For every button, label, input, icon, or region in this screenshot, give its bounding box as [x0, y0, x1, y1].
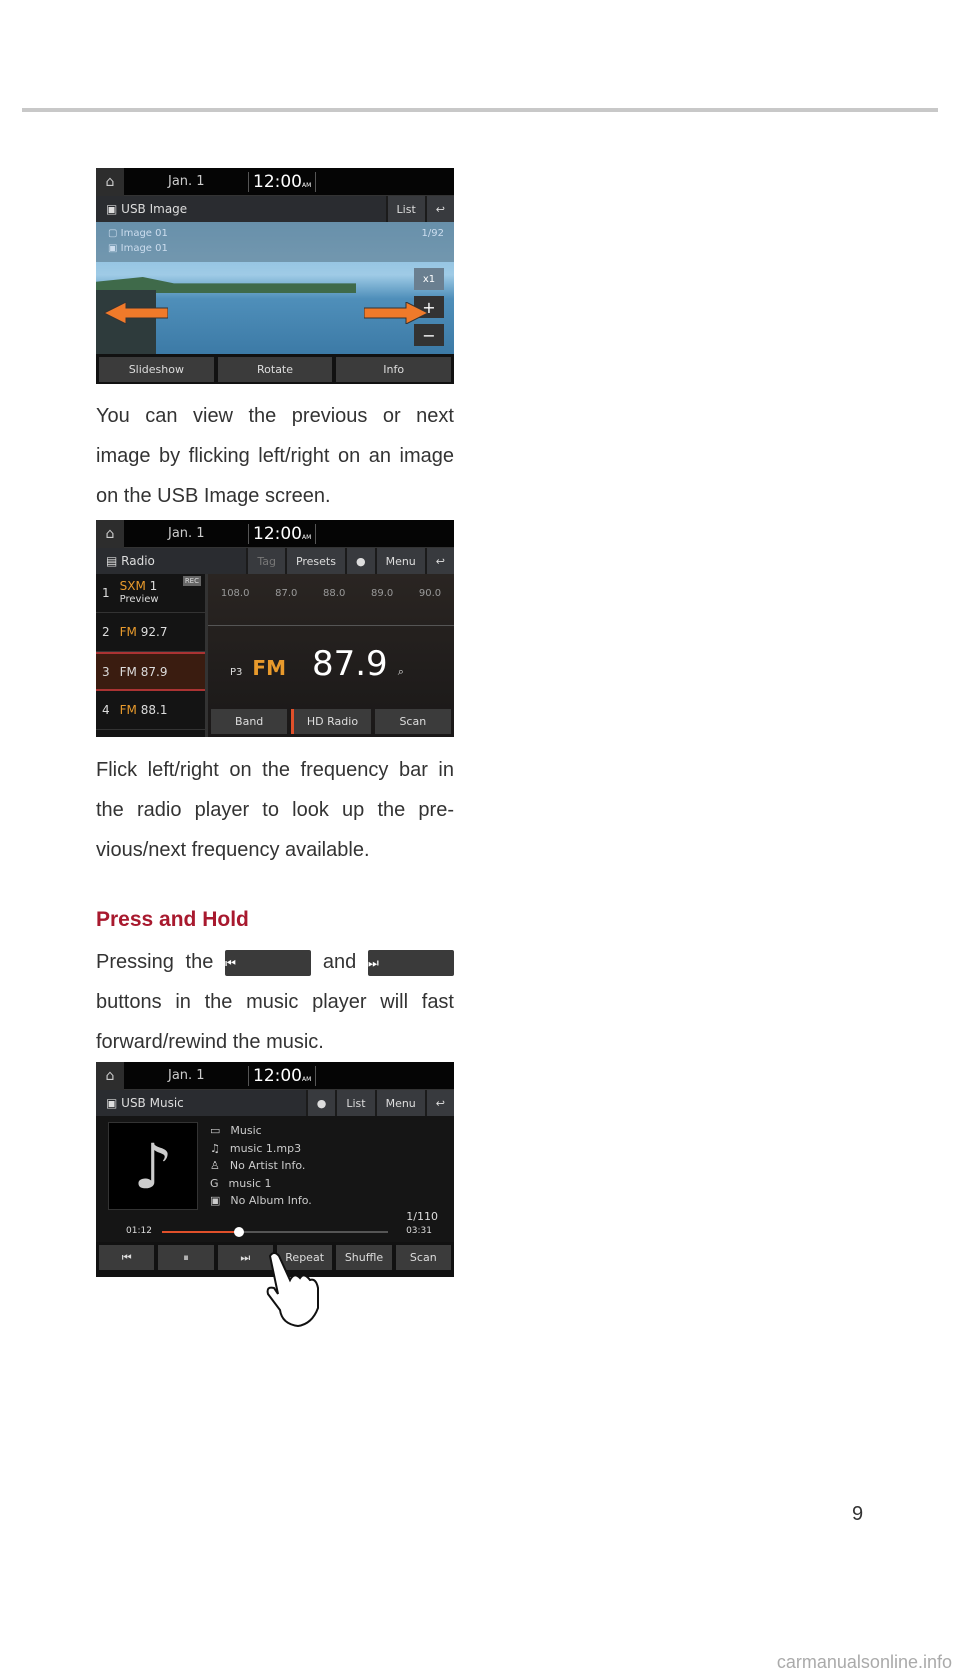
album-art-icon: ♪ — [108, 1122, 198, 1210]
frequency-bar[interactable]: 108.0 87.0 88.0 89.0 90.0 — [208, 574, 454, 626]
list-button[interactable]: List — [385, 196, 425, 222]
home-icon[interactable]: ⌂ — [96, 168, 124, 196]
arrow-right-icon — [364, 302, 428, 324]
section-heading: Press and Hold — [96, 908, 249, 931]
screen-title: ▤ Radio — [106, 554, 155, 568]
progress-bar[interactable] — [162, 1227, 388, 1237]
photo[interactable]: ▢ Image 01 ▣ Image 01 1/92 x1 + − — [96, 222, 454, 354]
info-button[interactable]: Info — [336, 357, 452, 382]
screen-title: ▣ USB Music — [106, 1096, 184, 1110]
search-icon[interactable]: ⌕ — [398, 665, 404, 679]
title-info: Gmusic 1 — [210, 1176, 272, 1190]
menu-button[interactable]: Menu — [374, 548, 425, 574]
back-icon[interactable]: ↩ — [424, 1090, 454, 1116]
paragraph-flick-frequency: Flick left/right on the frequency bar in… — [96, 759, 454, 861]
zoom-out-button[interactable]: − — [414, 324, 444, 346]
preset-list: 1 SXM 1 Preview REC 2 FM 92.7 3 FM 87.9 4 FM 8… — [96, 574, 208, 737]
previous-track-icon: ⏮ — [225, 949, 312, 976]
top-rule — [22, 108, 938, 112]
song-info: ♫ music 1.mp3 — [210, 1141, 302, 1155]
usb-music-screen: ⌂ Jan. 1 12:00AM ▣ USB Music ● List Menu ↩… — [96, 1062, 454, 1277]
paragraph-press-hold: Pressing the ⏮ and ⏭ buttons in the musi… — [96, 949, 454, 1053]
clock: 12:00AM — [248, 1065, 317, 1086]
radio-screen: ⌂ Jan. 1 12:00AM ▤ Radio Tag Presets ● Men… — [96, 520, 454, 737]
total-time: 03:31 — [406, 1226, 432, 1236]
image-count: 1/92 — [421, 228, 444, 239]
progress-handle[interactable] — [233, 1227, 244, 1237]
presets-button[interactable]: Presets — [284, 548, 345, 574]
hd-radio-button[interactable]: HD Radio — [291, 709, 371, 734]
track-count: 1/110 — [406, 1210, 438, 1223]
preset-item[interactable]: 4 FM 88.1 — [96, 691, 205, 730]
band-button[interactable]: Band — [211, 709, 288, 734]
current-station: P3 FM 87.9 ⌕ — [230, 644, 404, 684]
scan-button[interactable]: Scan — [395, 1245, 451, 1270]
screen-title: ▣ USB Image — [106, 202, 188, 216]
rec-badge: REC — [182, 576, 201, 586]
sound-icon[interactable]: ● — [344, 548, 375, 574]
back-icon[interactable]: ↩ — [424, 196, 454, 222]
shuffle-button[interactable]: Shuffle — [336, 1245, 392, 1270]
menu-button[interactable]: Menu — [374, 1090, 425, 1116]
list-button[interactable]: List — [335, 1090, 375, 1116]
tag-button[interactable]: Tag — [246, 548, 285, 574]
clock: 12:00AM — [248, 523, 317, 544]
zoom-level: x1 — [414, 268, 444, 290]
preset-item[interactable]: 1 SXM 1 Preview REC — [96, 574, 205, 613]
album-info: ▣ No Album Info. — [210, 1194, 312, 1207]
arrow-left-icon — [104, 302, 168, 324]
folder-info: ▭ Music — [210, 1124, 262, 1137]
home-icon[interactable]: ⌂ — [96, 520, 124, 548]
page-number: 9 — [852, 1503, 864, 1525]
folder-name: ▢ Image 01 — [108, 228, 168, 239]
preset-item-selected[interactable]: 3 FM 87.9 — [96, 652, 205, 691]
preset-item[interactable]: 2 FM 92.7 — [96, 613, 205, 652]
date: Jan. 1 — [168, 1068, 205, 1083]
slideshow-button[interactable]: Slideshow — [99, 357, 214, 382]
finger-press-icon — [266, 1252, 319, 1328]
previous-button[interactable]: ⏮ — [99, 1245, 155, 1270]
date: Jan. 1 — [168, 526, 205, 541]
artist-info: ♙ No Artist Info. — [210, 1159, 306, 1172]
elapsed-time: 01:12 — [126, 1226, 152, 1236]
sound-icon[interactable]: ● — [305, 1090, 336, 1116]
status-bar: ⌂ Jan. 1 12:00AM — [96, 168, 454, 196]
usb-image-screen: ⌂ Jan. 1 12:00AM ▣ USB Image List ↩ ▢ Image … — [96, 168, 454, 384]
preset-item[interactable]: 5AM 530 — [96, 730, 205, 737]
rotate-button[interactable]: Rotate — [217, 357, 333, 382]
home-icon[interactable]: ⌂ — [96, 1062, 124, 1090]
scan-button[interactable]: Scan — [374, 709, 451, 734]
file-name: ▣ Image 01 — [108, 243, 168, 254]
pause-button[interactable]: ⏸ — [158, 1245, 214, 1270]
watermark: carmanualsonline.info — [776, 1652, 952, 1672]
date: Jan. 1 — [168, 174, 205, 189]
back-icon[interactable]: ↩ — [424, 548, 454, 574]
clock: 12:00AM — [248, 171, 317, 192]
paragraph-flick-image: You can view the previous or next image … — [96, 405, 454, 507]
next-track-icon: ⏭ — [368, 949, 454, 976]
